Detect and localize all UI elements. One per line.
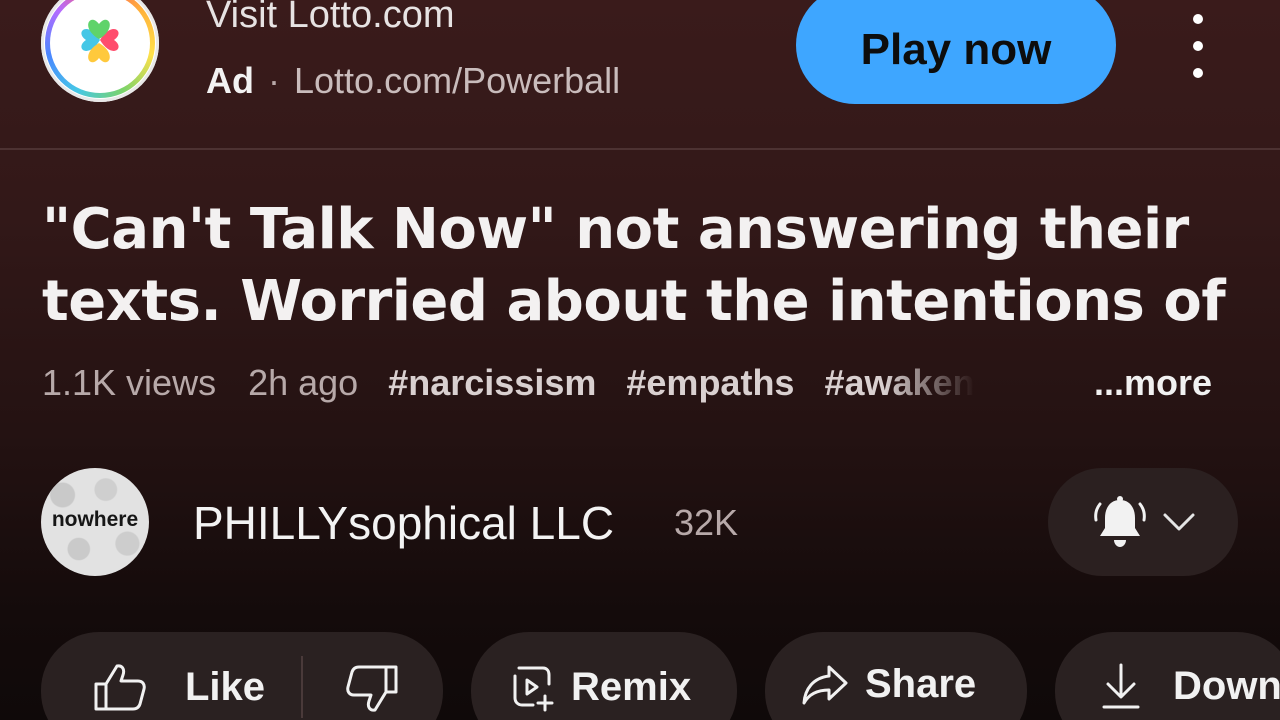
video-meta-row[interactable]: 1.1K views 2h ago #narcissism #empaths #…: [42, 362, 1242, 410]
video-title-line-1: "Can't Talk Now" not answering their: [42, 197, 1189, 262]
remix-icon: [513, 666, 554, 712]
ad-logo[interactable]: [41, 0, 159, 102]
avatar-label: nowhere: [51, 508, 139, 531]
ad-url[interactable]: Lotto.com/Powerball: [294, 60, 620, 101]
ad-badge: Ad: [206, 60, 254, 101]
dislike-button[interactable]: [345, 664, 399, 714]
ad-title[interactable]: Visit Lotto.com: [206, 0, 455, 37]
share-arrow-icon: [802, 665, 848, 704]
video-title-line-2: texts. Worried about the intentions of t…: [42, 269, 1242, 334]
more-options-icon[interactable]: [1176, 14, 1220, 78]
download-label: Down: [1173, 663, 1280, 708]
view-count: 1.1K views: [42, 362, 217, 403]
share-button[interactable]: Share: [765, 632, 1027, 720]
remix-label: Remix: [571, 664, 692, 709]
like-button[interactable]: Like: [93, 662, 265, 712]
like-label: Like: [185, 664, 266, 709]
like-dislike-group: Like: [41, 632, 443, 720]
clover-icon: [81, 19, 119, 63]
share-label: Share: [865, 662, 977, 706]
more-link[interactable]: ...more: [1094, 362, 1212, 404]
play-now-button[interactable]: Play now: [796, 0, 1116, 104]
upload-age: 2h ago: [248, 362, 359, 403]
download-button[interactable]: Down: [1055, 632, 1280, 720]
bell-ringing-icon: [1094, 496, 1146, 547]
subscriber-count: 32K: [674, 502, 739, 543]
channel-name[interactable]: PHILLYsophical LLC: [193, 496, 614, 550]
thumbs-down-icon: [346, 665, 398, 712]
divider: [0, 148, 1280, 150]
video-title[interactable]: "Can't Talk Now" not answering their tex…: [42, 194, 1242, 338]
hashtag[interactable]: #narcissism: [388, 362, 596, 403]
hashtag[interactable]: #awaken: [824, 362, 974, 403]
like-divider: [301, 656, 303, 718]
hashtag[interactable]: #empaths: [626, 362, 794, 403]
channel-avatar[interactable]: nowhere: [41, 468, 149, 576]
ad-separator: ·: [268, 60, 280, 101]
remix-button[interactable]: Remix: [471, 632, 737, 720]
ad-subline: Ad · Lotto.com/Powerball: [206, 60, 620, 102]
notifications-button[interactable]: [1048, 468, 1238, 576]
thumbs-up-icon: [94, 664, 146, 711]
chevron-down-icon: [1163, 513, 1195, 531]
download-icon: [1102, 663, 1140, 709]
